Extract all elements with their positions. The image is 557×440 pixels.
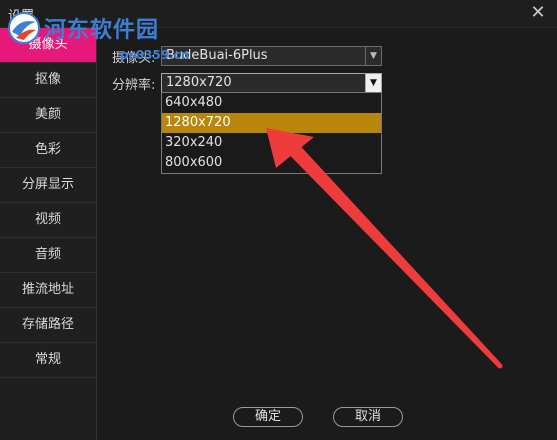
resolution-dropdown-list: 640x480 1280x720 320x240 800x600 xyxy=(161,92,382,174)
camera-select-value: BudeBuai-6Plus xyxy=(166,48,268,63)
resolution-label: 分辨率: xyxy=(112,78,156,93)
sidebar-item-general[interactable]: 常规 xyxy=(0,343,96,378)
sidebar-item-audio[interactable]: 音频 xyxy=(0,238,96,273)
window-title: 设置 xyxy=(8,9,35,24)
sidebar-item-storage-path[interactable]: 存储路径 xyxy=(0,308,96,343)
resolution-option-320x240[interactable]: 320x240 xyxy=(162,133,381,153)
resolution-select-value: 1280x720 xyxy=(166,75,232,90)
camera-label: 摄像头: xyxy=(112,51,156,66)
settings-panel: 摄像头: BudeBuai-6Plus ▼ 分辨率: 1280x720 ▼ 64… xyxy=(98,28,557,440)
chevron-down-icon[interactable]: ▼ xyxy=(365,74,381,92)
settings-sidebar: 摄像头 抠像 美颜 色彩 分屏显示 视频 音频 推流地址 存储路径 常规 xyxy=(0,28,97,440)
cancel-button[interactable]: 取消 xyxy=(333,407,403,427)
sidebar-item-camera[interactable]: 摄像头 xyxy=(0,28,96,63)
sidebar-item-color[interactable]: 色彩 xyxy=(0,133,96,168)
title-bar: 设置 ✕ xyxy=(0,0,557,28)
close-button[interactable]: ✕ xyxy=(527,2,549,24)
sidebar-item-keying[interactable]: 抠像 xyxy=(0,63,96,98)
sidebar-item-beauty[interactable]: 美颜 xyxy=(0,98,96,133)
resolution-option-800x600[interactable]: 800x600 xyxy=(162,153,381,173)
resolution-option-1280x720[interactable]: 1280x720 xyxy=(162,113,381,133)
sidebar-item-stream-url[interactable]: 推流地址 xyxy=(0,273,96,308)
sidebar-item-video[interactable]: 视频 xyxy=(0,203,96,238)
ok-button[interactable]: 确定 xyxy=(233,407,303,427)
resolution-option-640x480[interactable]: 640x480 xyxy=(162,93,381,113)
chevron-down-icon[interactable]: ▼ xyxy=(365,47,381,65)
camera-select[interactable]: BudeBuai-6Plus ▼ xyxy=(161,46,382,66)
resolution-select[interactable]: 1280x720 ▼ xyxy=(161,73,382,93)
sidebar-item-split-screen[interactable]: 分屏显示 xyxy=(0,168,96,203)
